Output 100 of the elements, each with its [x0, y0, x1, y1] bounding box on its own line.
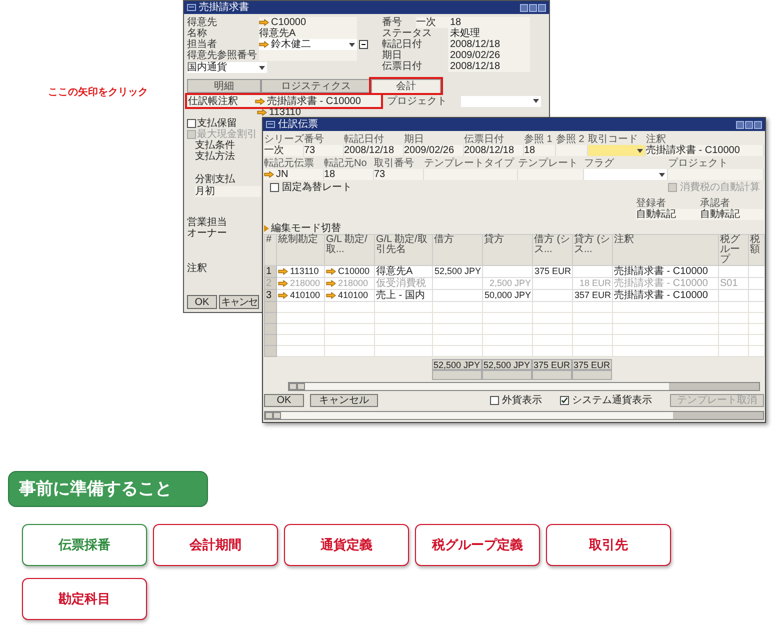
input-field[interactable]: 18	[524, 145, 556, 156]
table-cell: 売上 - 国内	[374, 290, 432, 302]
input-field[interactable]: 2008/12/18	[344, 145, 404, 156]
checkbox[interactable]	[270, 183, 279, 192]
maximize-button[interactable]	[745, 120, 753, 128]
input-field[interactable]: 得意先A	[259, 28, 357, 39]
input-field[interactable]: 2008/12/18	[464, 145, 524, 156]
table-cell	[572, 266, 612, 278]
table-row[interactable]: 1 113110 C10000 得意先A 52,500 JPY 375 EUR 売掛請求書 - C10000	[264, 266, 764, 278]
dropdown-caret-icon[interactable]	[659, 172, 665, 176]
scroll-thumb[interactable]	[669, 383, 759, 390]
input-field[interactable]: JN	[264, 169, 324, 180]
row-number[interactable]: 1	[264, 266, 276, 278]
field-label: 分割支払	[195, 174, 236, 185]
field-label: 支払条件	[195, 140, 236, 151]
topic-button[interactable]: 伝票採番	[22, 524, 147, 566]
horizontal-scrollbar[interactable]	[288, 382, 760, 391]
ok-button[interactable]: OK	[264, 394, 304, 407]
details-button-icon[interactable]	[359, 40, 368, 49]
table-cell: 売掛請求書 - C10000	[612, 278, 718, 290]
column-header[interactable]: 税グループ	[718, 234, 748, 266]
link-arrow-icon[interactable]	[259, 19, 269, 26]
topic-button[interactable]: 通貨定義	[284, 524, 409, 566]
tab[interactable]: ロジスティクス	[261, 79, 371, 93]
column-header[interactable]: 借方 (シス...	[532, 234, 572, 266]
field-label: 登録者	[636, 198, 666, 209]
cancel-button[interactable]: キャンセル	[310, 394, 378, 407]
checkbox[interactable]	[560, 396, 569, 405]
scroll-right-button[interactable]	[273, 412, 281, 419]
link-arrow-icon[interactable]	[264, 171, 274, 178]
input-field[interactable]: 2008/12/18	[448, 39, 530, 50]
window-icon	[187, 4, 196, 11]
dropdown-caret-icon[interactable]	[259, 66, 265, 70]
table-row[interactable]: 3 410100 410100 売上 - 国内 50,000 JPY 357 EUR 売掛請求書 - C10000	[264, 290, 764, 302]
input-field[interactable]	[556, 145, 588, 156]
currency-dropdown[interactable]: 国内通貨	[187, 62, 267, 73]
topic-button[interactable]: 会計期間	[153, 524, 278, 566]
input-field[interactable]: C10000	[259, 17, 357, 28]
total-cell: 52,500 JPY	[482, 359, 532, 370]
input-field[interactable]: 2009/02/26	[404, 145, 464, 156]
cancel-button[interactable]: キャンセ	[219, 295, 259, 309]
edit-mode-toggle[interactable]: 編集モード切替	[264, 222, 764, 234]
column-header[interactable]: G/L 勘定/取...	[324, 234, 374, 266]
field-label: 承認者	[700, 198, 730, 209]
input-field[interactable]	[259, 50, 357, 61]
tab[interactable]: 会計	[371, 79, 441, 93]
minimize-button[interactable]	[736, 120, 744, 128]
input-field[interactable]: 一次	[264, 145, 304, 156]
table-cell: 仮受消費税	[374, 278, 432, 290]
input-field[interactable]	[668, 169, 764, 180]
topic-button[interactable]: 取引先	[546, 524, 671, 566]
column-header[interactable]: 貸方	[482, 234, 532, 266]
scroll-right-button[interactable]	[297, 383, 305, 390]
link-arrow-icon[interactable]	[259, 41, 269, 48]
input-field[interactable]: 18	[448, 17, 530, 28]
row-number[interactable]: 3	[264, 290, 276, 302]
field-label: 注釈	[187, 263, 208, 274]
input-field[interactable]: 73	[374, 169, 424, 180]
input-field[interactable]: 2008/12/18	[448, 61, 530, 72]
scroll-left-button[interactable]	[265, 412, 273, 419]
minimize-button[interactable]	[520, 4, 528, 12]
journal-memo-field[interactable]: 仕訳帳注釈 売掛請求書 - C10000	[187, 95, 381, 107]
checkbox[interactable]	[490, 396, 499, 405]
horizontal-scrollbar[interactable]	[264, 411, 764, 420]
input-field[interactable]: 2009/02/26	[448, 50, 530, 61]
input-field[interactable]	[424, 169, 518, 180]
input-field[interactable]: 鈴木健二	[259, 39, 357, 50]
column-header[interactable]: 貸方 (シス...	[572, 234, 612, 266]
column-header[interactable]: 税額	[748, 234, 764, 266]
input-field[interactable]: 73	[304, 145, 344, 156]
input-field[interactable]: 未処理	[448, 28, 530, 39]
tab[interactable]: 明細	[187, 79, 261, 93]
table-cell: 218000	[276, 278, 324, 290]
input-field[interactable]: 18	[324, 169, 374, 180]
close-button[interactable]	[754, 120, 762, 128]
input-field[interactable]	[588, 145, 646, 156]
checkbox[interactable]	[187, 119, 196, 128]
scroll-thumb[interactable]	[673, 412, 763, 419]
column-header[interactable]: 借方	[432, 234, 482, 266]
total-cell: 375 EUR	[572, 359, 612, 370]
input-field[interactable]: 月初	[195, 186, 261, 197]
input-field[interactable]: 売掛請求書 - C10000	[646, 145, 764, 156]
column-header[interactable]: 注釈	[612, 234, 718, 266]
dropdown-caret-icon[interactable]	[533, 99, 539, 103]
column-header[interactable]: 統制勘定	[276, 234, 324, 266]
dropdown-caret-icon[interactable]	[637, 148, 643, 152]
input-field[interactable]	[518, 169, 584, 180]
input-field[interactable]	[584, 169, 668, 180]
scroll-left-button[interactable]	[289, 383, 297, 390]
topic-button[interactable]: 税グループ定義	[415, 524, 540, 566]
maximize-button[interactable]	[529, 4, 537, 12]
checkbox-label: 固定為替レート	[282, 182, 352, 193]
topic-button[interactable]: 勘定科目	[22, 578, 147, 620]
series-field[interactable]: 一次	[416, 17, 448, 28]
column-header[interactable]: G/L 勘定/取引先名	[374, 234, 432, 266]
ok-button[interactable]: OK	[187, 295, 217, 309]
column-header[interactable]: #	[264, 234, 276, 266]
field-label: 伝票日付	[382, 61, 423, 72]
dropdown-caret-icon[interactable]	[349, 42, 355, 46]
close-button[interactable]	[538, 4, 546, 12]
